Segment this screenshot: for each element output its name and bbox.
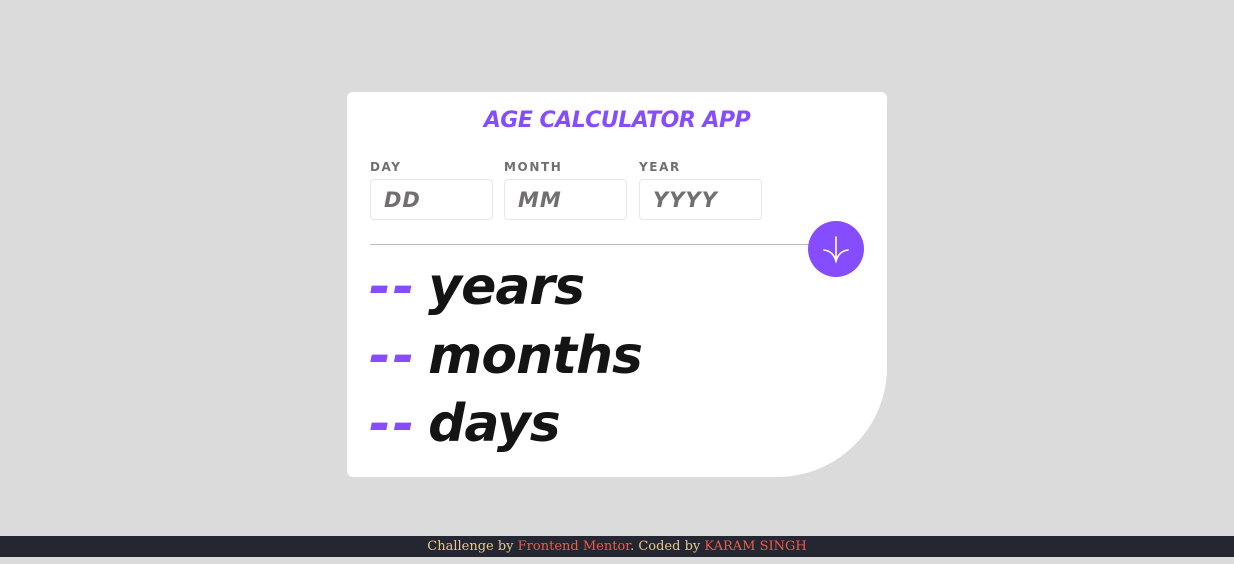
arrow-down-icon — [823, 236, 849, 264]
days-value: -- — [369, 394, 417, 454]
app-title: AGE CALCULATOR APP — [483, 108, 751, 133]
month-input[interactable] — [504, 179, 627, 220]
years-value: -- — [369, 257, 417, 317]
day-input[interactable] — [370, 179, 493, 220]
days-unit: days — [428, 394, 561, 454]
month-field: MONTH — [504, 160, 627, 220]
year-label: YEAR — [639, 160, 681, 174]
challenge-prefix: Challenge by — [427, 539, 514, 554]
frontend-mentor-link[interactable]: Frontend Mentor — [518, 539, 630, 554]
year-input[interactable] — [639, 179, 762, 220]
coded-prefix: . Coded by — [630, 539, 701, 554]
result-years: -- years — [369, 257, 585, 317]
calculate-age-button[interactable] — [808, 221, 864, 277]
months-unit: months — [428, 326, 643, 386]
day-label: DAY — [370, 160, 402, 174]
result-days: -- days — [369, 394, 561, 454]
author-link[interactable]: KARAM SINGH — [704, 539, 806, 554]
age-calculator-card: AGE CALCULATOR APP DAY MONTH YEAR --year… — [347, 92, 887, 477]
year-field: YEAR — [639, 160, 762, 220]
divider — [370, 244, 810, 245]
years-unit: years — [428, 257, 585, 317]
months-value: -- — [369, 326, 417, 386]
day-field: DAY — [370, 160, 493, 220]
attribution-footer: Challenge by Frontend Mentor. Coded by K… — [0, 536, 1234, 557]
result-months: -- months — [369, 326, 643, 386]
month-label: MONTH — [504, 160, 563, 174]
